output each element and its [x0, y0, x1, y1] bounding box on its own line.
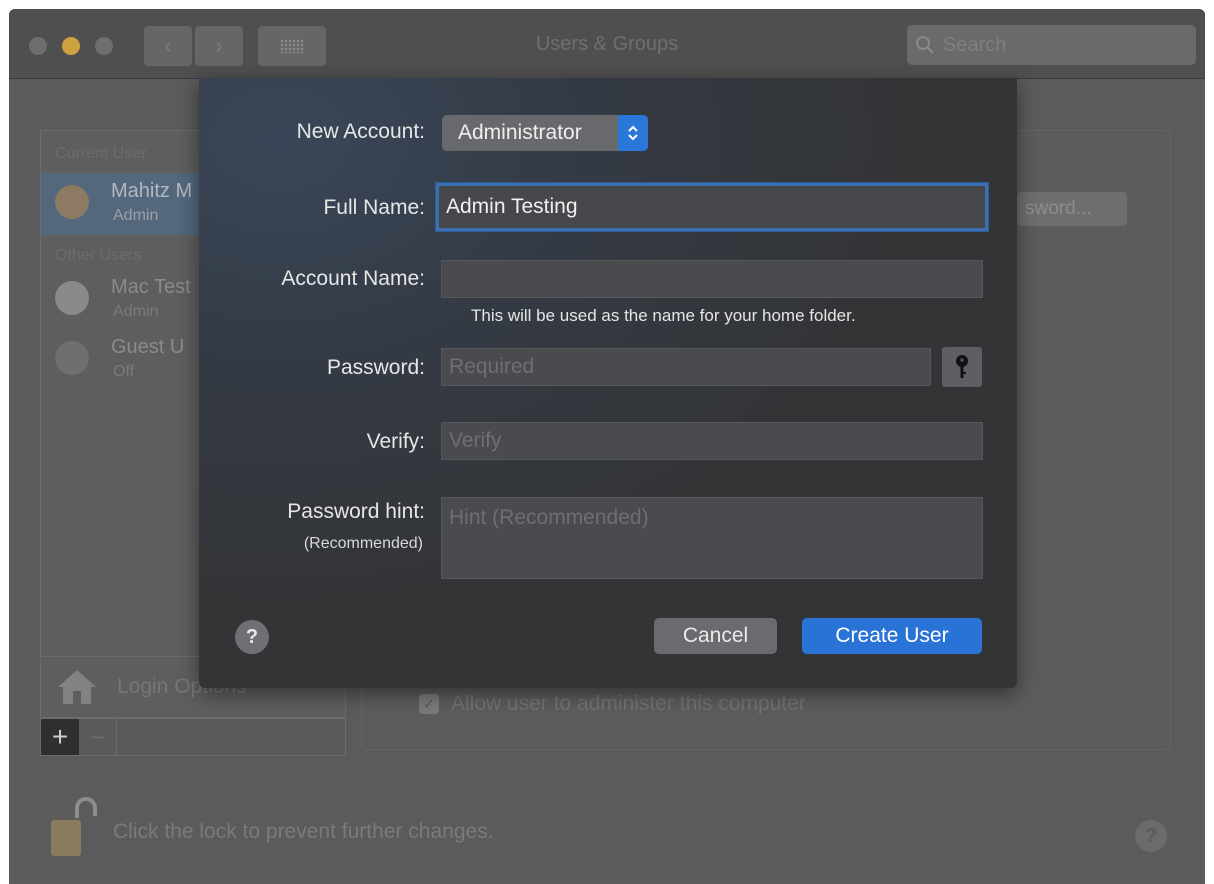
up-down-chevron-icon: [618, 115, 648, 151]
change-password-label: sword...: [1025, 198, 1092, 219]
allow-admin-row[interactable]: ✓ Allow user to administer this computer: [419, 692, 806, 716]
account-type-popup[interactable]: Administrator: [442, 115, 648, 151]
account-name-field[interactable]: [441, 260, 983, 298]
user-name: Mac Test: [111, 276, 191, 298]
full-name-value: Admin Testing: [446, 195, 578, 218]
password-assistant-button[interactable]: [942, 347, 982, 387]
add-user-button[interactable]: +: [41, 719, 79, 755]
password-hint-field[interactable]: Hint (Recommended): [441, 497, 983, 579]
search-input[interactable]: Search: [907, 25, 1196, 65]
other-users-label: Other Users: [55, 247, 142, 264]
house-icon: [58, 670, 96, 704]
verify-field[interactable]: Verify: [441, 422, 983, 460]
eagle-avatar-icon: [55, 185, 89, 219]
key-icon: [956, 355, 968, 378]
cancel-button[interactable]: Cancel: [654, 618, 777, 654]
unlocked-lock-icon[interactable]: [49, 794, 99, 864]
change-password-button[interactable]: sword...: [1017, 192, 1127, 226]
allow-admin-label: Allow user to administer this computer: [451, 692, 806, 715]
help-button[interactable]: ?: [235, 620, 269, 654]
yin-yang-avatar-icon: [55, 281, 89, 315]
help-button[interactable]: ?: [1135, 820, 1167, 852]
new-account-label: New Account:: [296, 120, 425, 143]
account-type-value: Administrator: [458, 121, 582, 144]
add-remove-bar: + −: [40, 718, 346, 756]
allow-admin-checkbox[interactable]: ✓: [419, 694, 439, 714]
verify-placeholder: Verify: [449, 429, 502, 452]
password-field[interactable]: Required: [441, 348, 931, 386]
full-name-label: Full Name:: [323, 196, 425, 219]
password-hint-label: Password hint:: [287, 500, 425, 523]
user-status: Off: [113, 363, 135, 380]
title-bar: ‹ › Users & Groups Search: [9, 9, 1205, 79]
user-role: Admin: [113, 207, 159, 224]
password-hint-sublabel: (Recommended): [303, 535, 423, 552]
password-hint-placeholder: Hint (Recommended): [449, 506, 649, 529]
remove-user-button[interactable]: −: [79, 719, 117, 755]
user-name: Guest U: [111, 336, 185, 358]
current-user-label: Current User: [55, 145, 147, 162]
lock-message: Click the lock to prevent further change…: [113, 820, 494, 843]
user-name: Mahitz M: [111, 180, 193, 202]
full-name-field[interactable]: Admin Testing: [436, 183, 988, 231]
password-label: Password:: [326, 356, 425, 379]
verify-label: Verify:: [366, 430, 425, 453]
guest-avatar-icon: [55, 341, 89, 375]
home-folder-note: This will be used as the name for your h…: [471, 306, 856, 325]
new-account-sheet: New Account: Administrator Full Name: Ad…: [199, 78, 1017, 688]
create-user-button[interactable]: Create User: [802, 618, 982, 654]
account-name-label: Account Name:: [281, 267, 425, 290]
password-placeholder: Required: [449, 355, 535, 378]
search-icon: [916, 36, 934, 54]
user-role: Admin: [113, 303, 159, 320]
search-placeholder: Search: [943, 33, 1007, 56]
